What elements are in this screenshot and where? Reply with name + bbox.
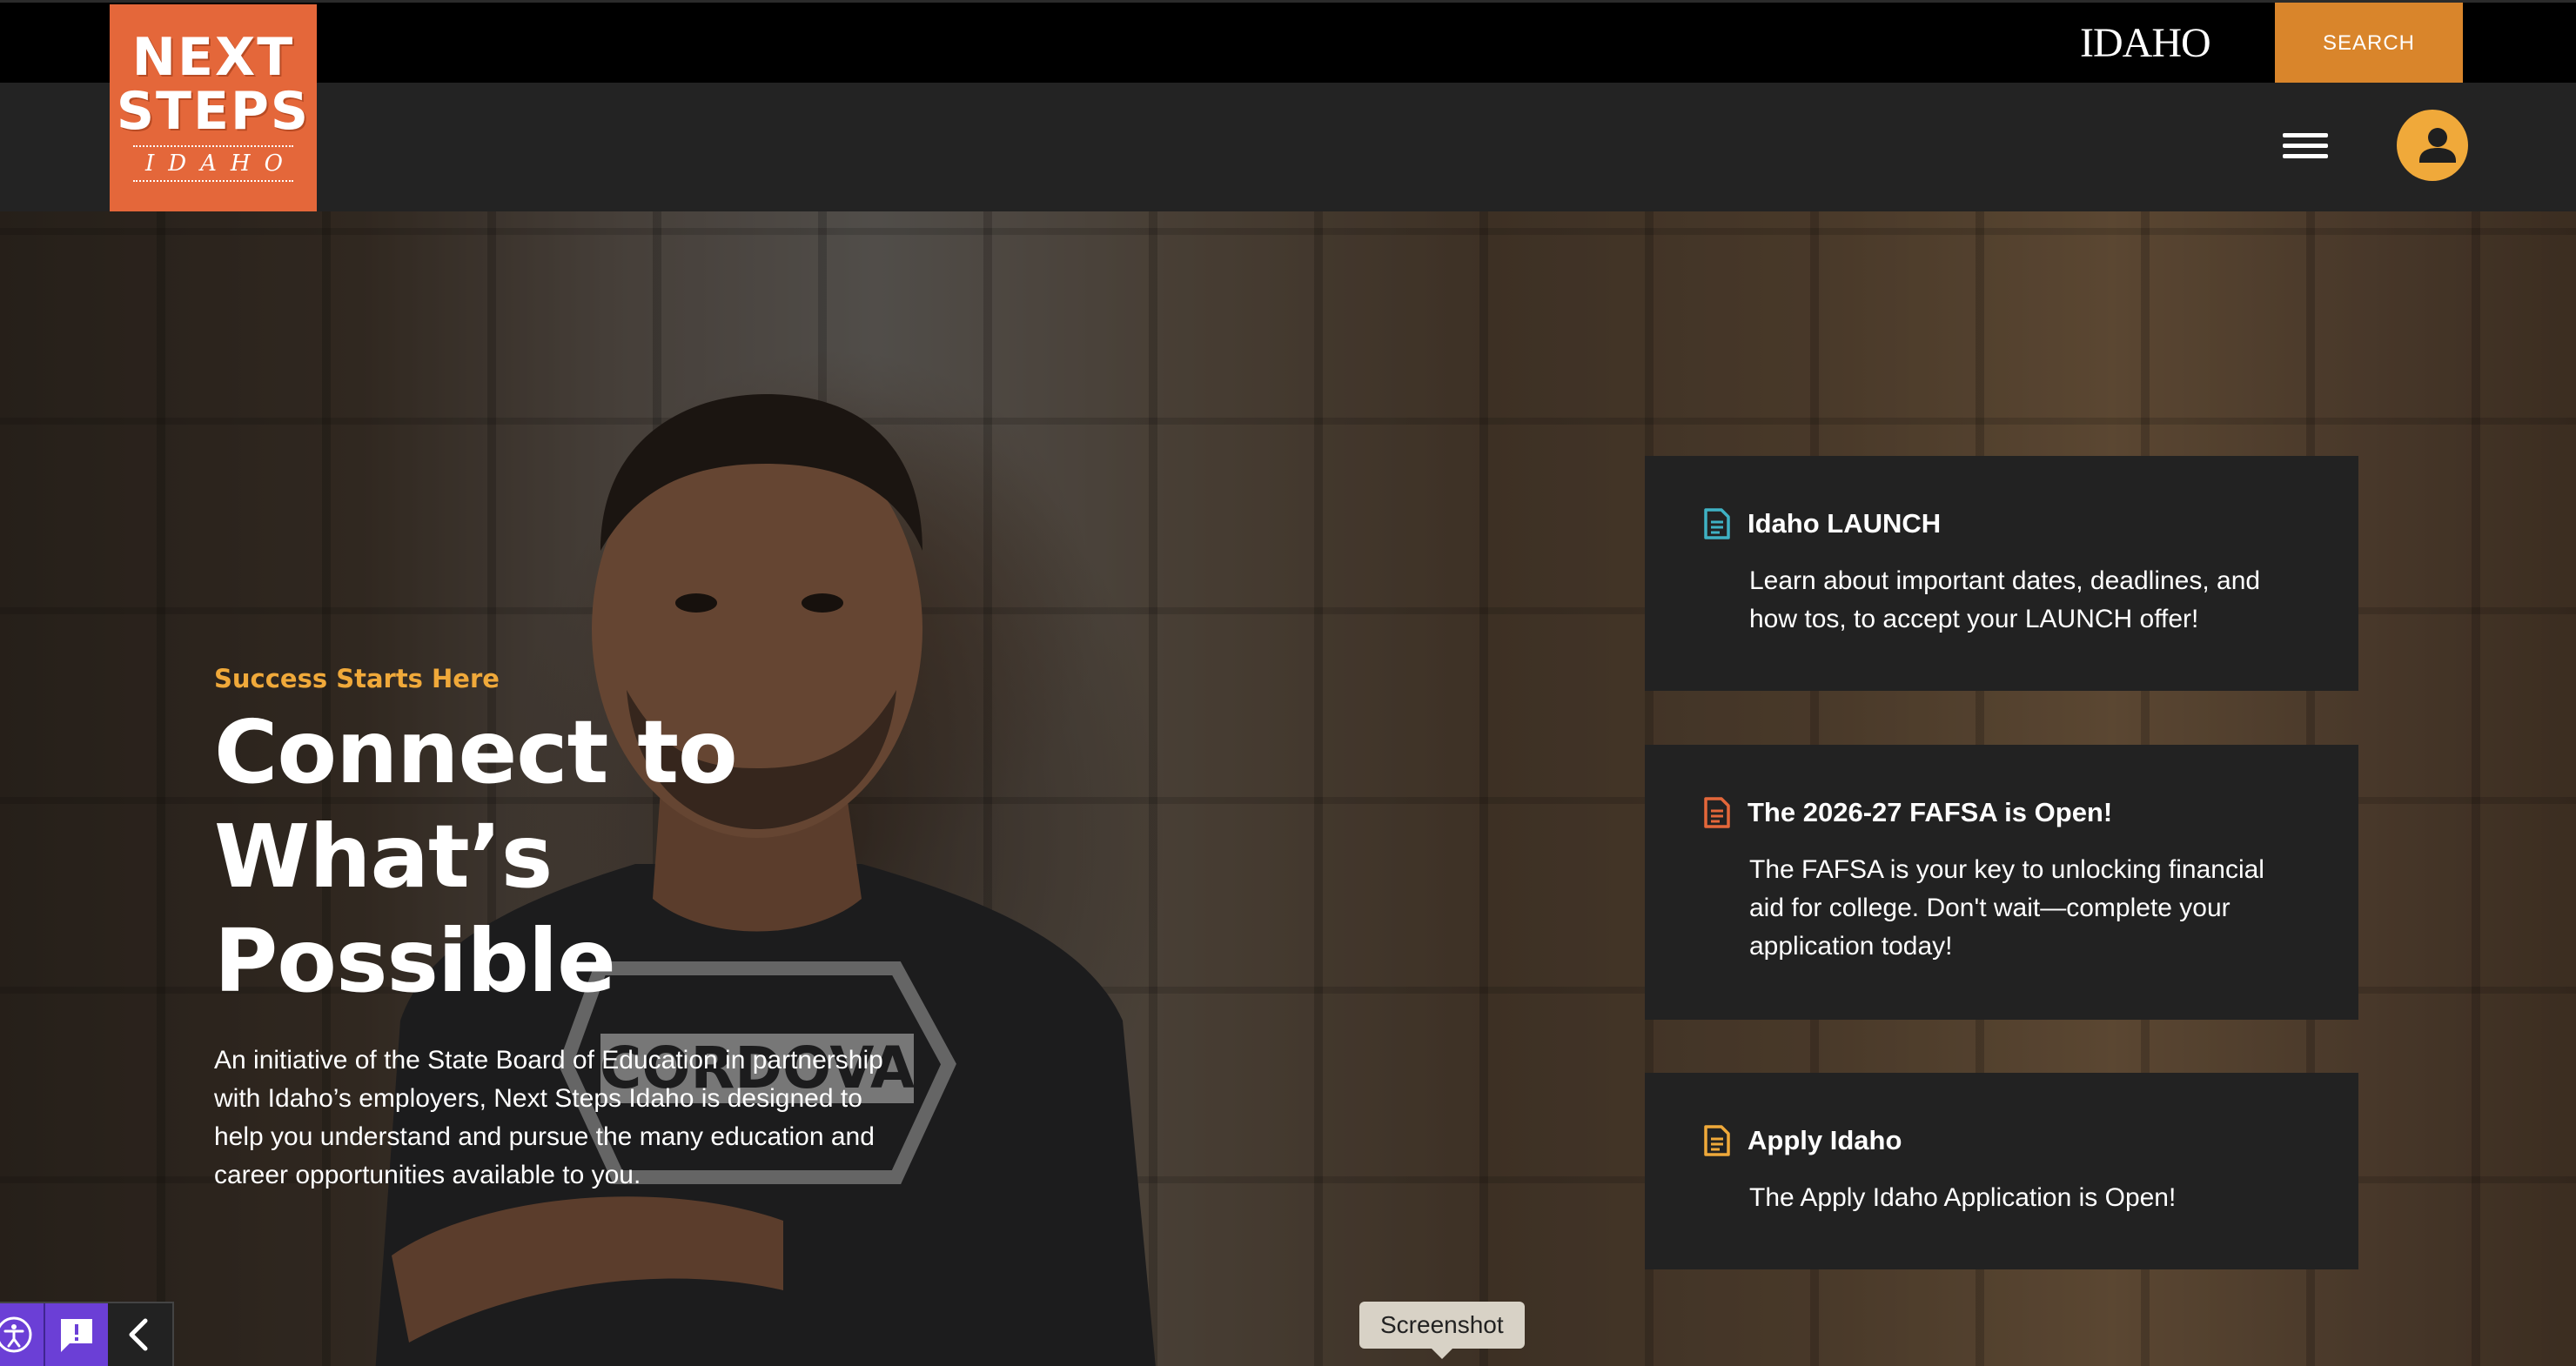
logo-text-next: NEXT <box>131 27 295 88</box>
search-button[interactable]: SEARCH <box>2275 3 2463 84</box>
hero-copy: Success Starts Here Connect to What’s Po… <box>214 664 963 1195</box>
card-body: Learn about important dates, deadlines, … <box>1749 566 2261 633</box>
card-title-row: Idaho LAUNCH <box>1699 506 2306 541</box>
logo-text-idaho: IDAHO <box>133 145 293 182</box>
menu-icon-bar <box>2283 143 2328 148</box>
floating-toolbar <box>0 1302 174 1366</box>
feedback-icon <box>61 1319 92 1352</box>
card-body: The Apply Idaho Application is Open! <box>1749 1183 2177 1212</box>
document-icon <box>1704 797 1730 828</box>
hero-intro-text: An initiative of the State Board of Educ… <box>214 1046 883 1189</box>
user-icon <box>2419 128 2456 163</box>
hero-headline-line-2: What’s Possible <box>214 806 616 1012</box>
chevron-left-icon <box>129 1318 148 1351</box>
card-title: Apply Idaho <box>1748 1125 1902 1155</box>
logo-text-steps: STEPS <box>116 81 311 142</box>
card-fafsa[interactable]: The 2026-27 FAFSA is Open! The FAFSA is … <box>1645 745 2358 1020</box>
accessibility-button[interactable] <box>0 1303 44 1366</box>
idaho-state-wordmark[interactable]: IDAHO <box>2080 22 2211 65</box>
next-steps-idaho-logo[interactable]: NEXT STEPS IDAHO <box>110 4 317 211</box>
collapse-toolbar-button[interactable] <box>108 1303 172 1366</box>
hamburger-menu-button[interactable] <box>2278 125 2332 165</box>
card-title: Idaho LAUNCH <box>1748 508 1942 539</box>
accessibility-icon <box>0 1316 32 1353</box>
menu-icon-bar <box>2283 153 2328 158</box>
main-nav <box>0 83 2576 211</box>
screenshot-tooltip[interactable]: Screenshot <box>1359 1302 1525 1359</box>
account-button[interactable] <box>2397 110 2468 181</box>
card-title-row: Apply Idaho <box>1699 1123 2306 1158</box>
hero-headline: Connect to What’s Possible <box>214 700 963 1014</box>
card-idaho-launch[interactable]: Idaho LAUNCH Learn about important dates… <box>1645 456 2358 691</box>
document-icon <box>1704 508 1730 539</box>
card-title: The 2026-27 FAFSA is Open! <box>1748 797 2113 827</box>
utility-bar: IDAHO SEARCH <box>0 0 2576 84</box>
hero-section: CORDOVA Success Starts Here Connect to W… <box>0 211 2576 1366</box>
card-apply-idaho[interactable]: Apply Idaho The Apply Idaho Application … <box>1645 1073 2358 1269</box>
hero-headline-line-1: Connect to <box>214 701 738 803</box>
document-icon <box>1704 1125 1730 1156</box>
feedback-button[interactable] <box>44 1303 108 1366</box>
menu-icon-bar <box>2283 132 2328 137</box>
hero-eyebrow: Success Starts Here <box>214 664 500 693</box>
card-body: The FAFSA is your key to unlocking finan… <box>1749 855 2264 961</box>
card-title-row: The 2026-27 FAFSA is Open! <box>1699 795 2306 830</box>
